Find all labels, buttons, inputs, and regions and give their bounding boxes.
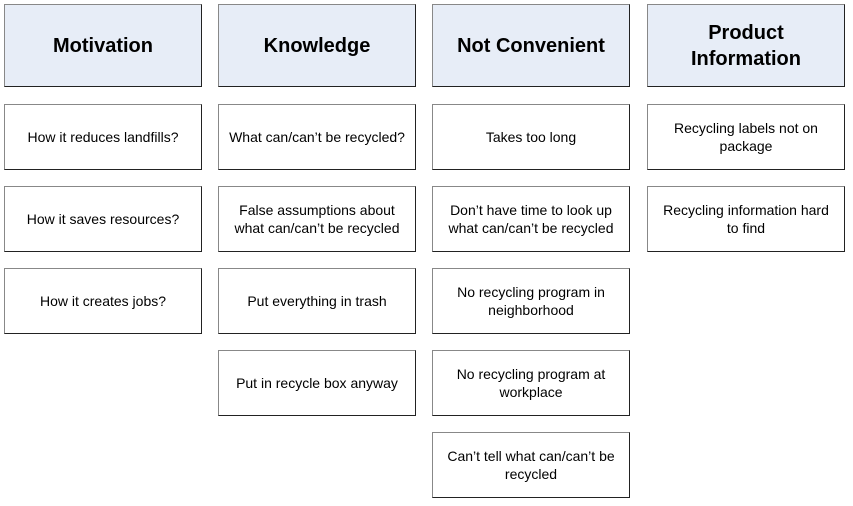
- item-box: How it reduces landfills?: [4, 104, 202, 170]
- item-box: Takes too long: [432, 104, 630, 170]
- column-header: Not Convenient: [432, 4, 630, 87]
- item-box: Put in recycle box anyway: [218, 350, 416, 416]
- item-box: False assumptions about what can/can’t b…: [218, 186, 416, 252]
- item-box: Recycling information hard to find: [647, 186, 845, 252]
- column-header: Motivation: [4, 4, 202, 87]
- item-box: No recycling program in neighborhood: [432, 268, 630, 334]
- item-box: Don’t have time to look up what can/can’…: [432, 186, 630, 252]
- item-box: How it saves resources?: [4, 186, 202, 252]
- item-box: Put everything in trash: [218, 268, 416, 334]
- item-box: No recycling program at workplace: [432, 350, 630, 416]
- item-box: How it creates jobs?: [4, 268, 202, 334]
- item-box: Can’t tell what can/can’t be recycled: [432, 432, 630, 498]
- item-box: Recycling labels not on package: [647, 104, 845, 170]
- column-header: Knowledge: [218, 4, 416, 87]
- column-header: Product Information: [647, 4, 845, 87]
- item-box: What can/can’t be recycled?: [218, 104, 416, 170]
